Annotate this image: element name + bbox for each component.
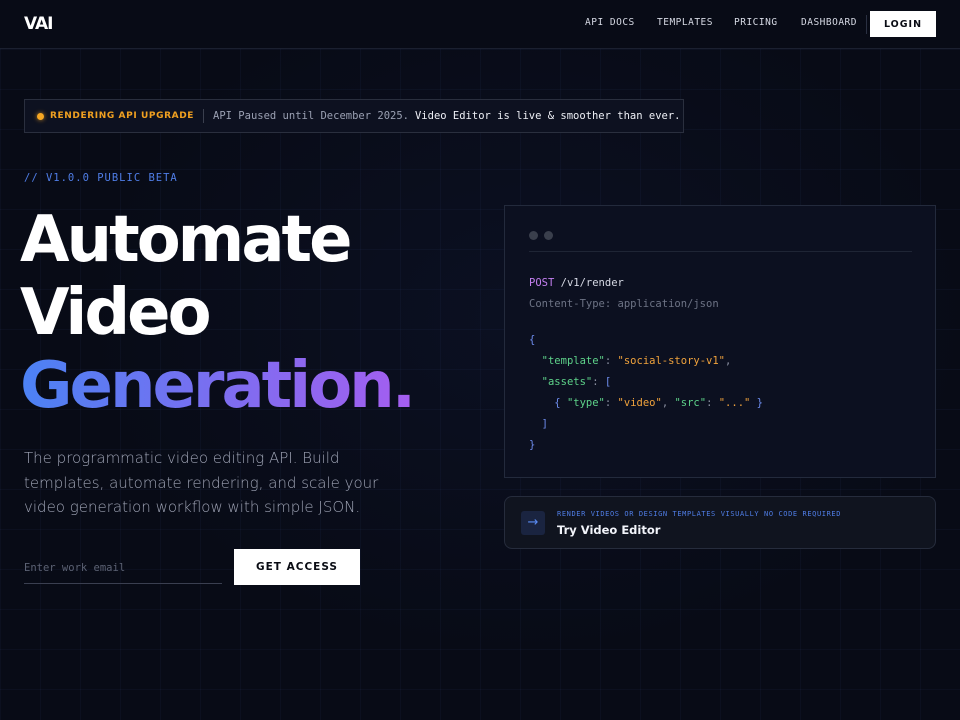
json-value: "..." xyxy=(718,397,751,409)
version-label: // V1.0.0 PUBLIC BETA xyxy=(24,172,178,184)
banner-tag: RENDERING API UPGRADE xyxy=(50,111,195,121)
code-line-close: } xyxy=(529,439,535,451)
endpoint-path: /v1/render xyxy=(560,277,624,289)
email-input[interactable] xyxy=(24,552,222,584)
banner-divider xyxy=(203,109,205,123)
get-access-button[interactable]: GET ACCESS xyxy=(234,549,360,585)
hero-title-line-1: Automate xyxy=(20,203,353,277)
editor-card-title: Try Video Editor xyxy=(557,523,661,537)
nav-link-api-docs[interactable]: API DOCS xyxy=(585,17,635,28)
bracket: [ xyxy=(604,376,612,388)
hero-title-line-2: Video xyxy=(20,276,212,350)
code-line-assets: "assets": [ xyxy=(541,376,612,388)
code-line-asset-item: { "type": "video", "src": "..." } xyxy=(554,397,763,409)
code-line-close-bracket: ] xyxy=(529,418,548,430)
hero-title-line-3: Generation. xyxy=(20,349,416,423)
nav-link-pricing[interactable]: PRICING xyxy=(734,17,778,28)
json-value: "video" xyxy=(617,397,662,409)
arrow-right-icon: → xyxy=(521,511,545,535)
json-key: "template" xyxy=(541,355,605,367)
announcement-banner: RENDERING API UPGRADE API Paused until D… xyxy=(24,99,684,133)
hero-subtitle: The programmatic video editing API. Buil… xyxy=(24,449,379,516)
status-dot-icon xyxy=(37,112,44,120)
code-panel-divider xyxy=(529,251,912,252)
banner-message: API Paused until December 2025. xyxy=(213,110,409,122)
code-sample-panel: POST /v1/render Content-Type: applicatio… xyxy=(504,205,936,478)
code-line-template: "template": "social-story-v1", xyxy=(541,355,732,367)
nav-divider xyxy=(866,15,867,34)
code-header-line: Content-Type: application/json xyxy=(529,298,719,310)
json-key: "assets" xyxy=(541,376,593,388)
code-line-open: { xyxy=(529,334,535,346)
editor-card-kicker: RENDER VIDEOS OR DESIGN TEMPLATES VISUAL… xyxy=(557,510,842,518)
window-dot-icon xyxy=(529,231,538,240)
bracket: ] xyxy=(541,418,548,430)
window-dot-icon xyxy=(544,231,553,240)
brace: } xyxy=(529,439,536,451)
code-request-line: POST /v1/render xyxy=(529,277,624,289)
json-key: "type" xyxy=(566,397,605,409)
nav-link-dashboard[interactable]: DASHBOARD xyxy=(801,17,857,28)
brace: { xyxy=(529,334,536,346)
banner-editor-link[interactable]: Video Editor is live & smoother than eve… xyxy=(415,110,681,122)
top-nav: VAI API DOCS TEMPLATES PRICING DASHBOARD… xyxy=(0,0,960,49)
try-video-editor-card[interactable]: → RENDER VIDEOS OR DESIGN TEMPLATES VISU… xyxy=(504,496,936,549)
json-value: "social-story-v1" xyxy=(617,355,725,367)
nav-link-templates[interactable]: TEMPLATES xyxy=(657,17,713,28)
http-method: POST xyxy=(529,277,555,289)
login-button[interactable]: LOGIN xyxy=(870,11,936,37)
json-key: "src" xyxy=(674,397,707,409)
logo[interactable]: VAI xyxy=(24,14,53,34)
